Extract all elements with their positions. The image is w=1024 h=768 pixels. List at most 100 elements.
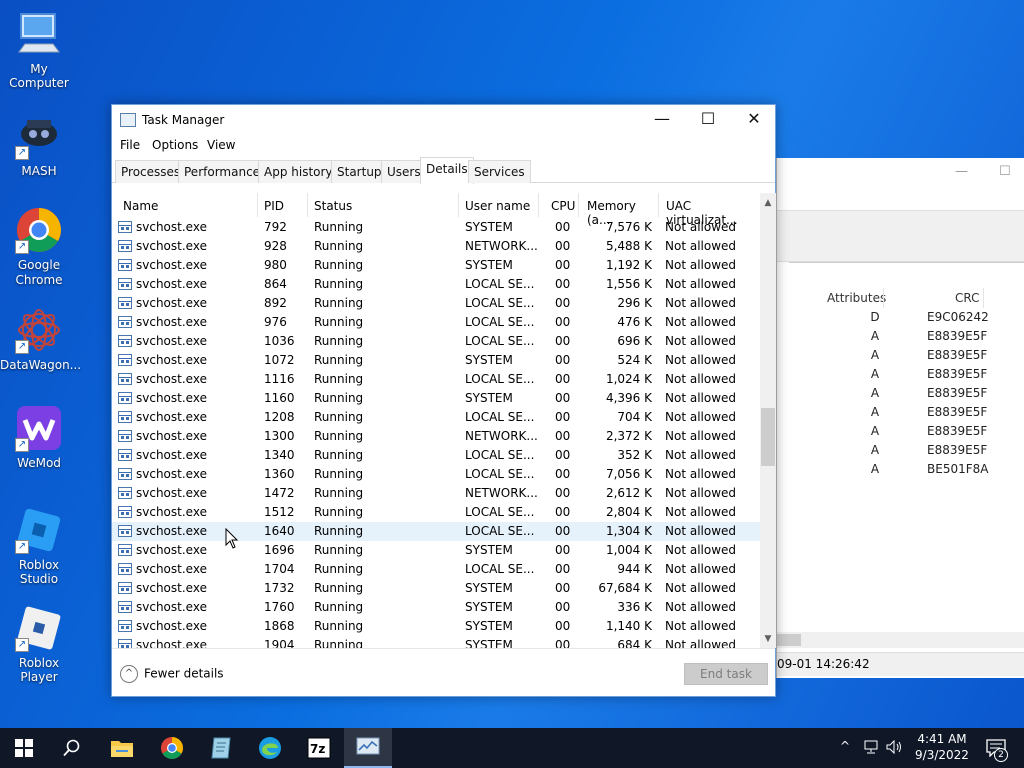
tab-services[interactable]: Services: [468, 160, 531, 183]
table-row[interactable]: svchost.exe 864 Running LOCAL SE... 00 1,556 …: [112, 275, 760, 294]
tab-app-history[interactable]: App history: [258, 160, 339, 183]
file-row[interactable]: A E8839E5F: [777, 405, 1024, 424]
tab-startup[interactable]: Startup: [331, 160, 388, 183]
tab-performance[interactable]: Performance: [178, 160, 267, 183]
background-window[interactable]: — ☐ Attributes CRC D E9C06242 A E8839E5F A E8…: [776, 158, 1024, 678]
desktop-icon-roblox-player[interactable]: ↗ Roblox Player: [0, 604, 78, 684]
menu-bar: File Options View: [112, 135, 775, 157]
table-row[interactable]: svchost.exe 1760 Running SYSTEM 00 336 K Not a…: [112, 598, 760, 617]
table-row[interactable]: svchost.exe 1208 Running LOCAL SE... 00 704 K…: [112, 408, 760, 427]
scrollbar-thumb[interactable]: [761, 408, 775, 466]
file-row[interactable]: A E8839E5F: [777, 348, 1024, 367]
table-row[interactable]: svchost.exe 1300 Running NETWORK... 00 2,372 …: [112, 427, 760, 446]
task-manager-window[interactable]: Task Manager — ☐ ✕ File Options View Pro…: [111, 104, 776, 697]
taskbar-7zip[interactable]: 7z: [295, 728, 343, 768]
menu-view[interactable]: View: [207, 138, 235, 152]
file-row[interactable]: A E8839E5F: [777, 424, 1024, 443]
process-cpu: 00: [555, 372, 571, 386]
start-button[interactable]: [0, 728, 48, 768]
desktop-icon-datawagon[interactable]: ↗ DataWagon...: [0, 306, 81, 372]
taskbar-notepad[interactable]: [197, 728, 245, 768]
vertical-scrollbar[interactable]: ▲ ▼: [760, 193, 776, 648]
table-row[interactable]: svchost.exe 1340 Running LOCAL SE... 00 352 K…: [112, 446, 760, 465]
process-cpu: 00: [555, 581, 571, 595]
process-uac: Not allowed: [665, 543, 737, 557]
fewer-details-button[interactable]: ^ Fewer details: [120, 665, 224, 683]
table-row[interactable]: svchost.exe 976 Running LOCAL SE... 00 476 K N…: [112, 313, 760, 332]
column-cpu[interactable]: CPU: [539, 193, 579, 217]
file-row[interactable]: A BE501F8A: [777, 462, 1024, 481]
minimize-icon[interactable]: —: [955, 164, 968, 179]
desktop-icon-my-computer[interactable]: My Computer: [0, 10, 78, 90]
table-row[interactable]: svchost.exe 1868 Running SYSTEM 00 1,140 K Not…: [112, 617, 760, 636]
process-uac: Not allowed: [665, 410, 737, 424]
tab-details[interactable]: Details: [420, 157, 474, 184]
volume-icon: [886, 740, 901, 754]
desktop-icon-wemod[interactable]: ↗ WeMod: [0, 404, 78, 470]
process-uac: Not allowed: [665, 619, 737, 633]
taskbar-task-manager[interactable]: [344, 728, 392, 768]
close-button[interactable]: ✕: [731, 105, 777, 135]
menu-file[interactable]: File: [120, 138, 140, 152]
process-uac: Not allowed: [665, 524, 737, 538]
table-row[interactable]: svchost.exe 1732 Running SYSTEM 00 67,684 K No…: [112, 579, 760, 598]
table-row[interactable]: svchost.exe 1036 Running LOCAL SE... 00 696 K…: [112, 332, 760, 351]
shortcut-arrow-icon: ↗: [15, 340, 29, 354]
table-row[interactable]: svchost.exe 1704 Running LOCAL SE... 00 944 K…: [112, 560, 760, 579]
column-memory[interactable]: Memory (a...: [579, 193, 659, 227]
file-row[interactable]: D E9C06242: [777, 310, 1024, 329]
file-row[interactable]: A E8839E5F: [777, 443, 1024, 462]
table-row[interactable]: svchost.exe 1904 Running SYSTEM 00 684 K Not a…: [112, 636, 760, 648]
table-row[interactable]: svchost.exe 792 Running SYSTEM 00 7,576 K Not …: [112, 218, 760, 237]
scrollbar-thumb[interactable]: [777, 634, 801, 646]
tab-processes[interactable]: Processes: [115, 160, 187, 183]
search-button[interactable]: [48, 728, 96, 768]
taskbar-chrome[interactable]: [148, 728, 196, 768]
process-icon: [118, 506, 132, 518]
table-row[interactable]: svchost.exe 1160 Running SYSTEM 00 4,396 K Not…: [112, 389, 760, 408]
title-bar[interactable]: Task Manager — ☐ ✕: [112, 105, 775, 135]
table-row[interactable]: svchost.exe 928 Running NETWORK... 00 5,488 K…: [112, 237, 760, 256]
menu-options[interactable]: Options: [152, 138, 198, 152]
table-row[interactable]: svchost.exe 1640 Running LOCAL SE... 00 1,304…: [112, 522, 760, 541]
column-name[interactable]: Name: [112, 193, 258, 217]
scroll-up-icon[interactable]: ▲: [760, 195, 776, 211]
maximize-icon[interactable]: ☐: [999, 164, 1011, 179]
table-row[interactable]: svchost.exe 980 Running SYSTEM 00 1,192 K Not …: [112, 256, 760, 275]
end-task-button[interactable]: End task: [684, 663, 768, 685]
table-row[interactable]: svchost.exe 1512 Running LOCAL SE... 00 2,804…: [112, 503, 760, 522]
background-window-titlebar[interactable]: — ☐: [777, 158, 1024, 188]
process-name: svchost.exe: [136, 638, 207, 648]
table-row[interactable]: svchost.exe 892 Running LOCAL SE... 00 296 K N…: [112, 294, 760, 313]
desktop-icon-mash[interactable]: ↗ MASH: [0, 112, 78, 178]
table-row[interactable]: svchost.exe 1072 Running SYSTEM 00 524 K Not a…: [112, 351, 760, 370]
process-cpu: 00: [555, 429, 571, 443]
address-bar[interactable]: [789, 262, 1024, 284]
desktop-icon-google-chrome[interactable]: ↗ Google Chrome: [0, 206, 78, 288]
column-status[interactable]: Status: [308, 193, 459, 217]
maximize-button[interactable]: ☐: [685, 105, 731, 135]
column-crc[interactable]: CRC: [955, 291, 980, 305]
process-table[interactable]: ^ Name PID Status User name CPU Memory (…: [112, 193, 760, 648]
desktop-icon-roblox-studio[interactable]: ↗ Roblox Studio: [0, 506, 78, 586]
column-uac-virtualization[interactable]: UAC virtualizat...: [659, 193, 759, 227]
taskbar-edge[interactable]: [246, 728, 294, 768]
clock[interactable]: 4:41 AM 9/3/2022: [910, 731, 974, 763]
file-row[interactable]: A E8839E5F: [777, 367, 1024, 386]
action-center-button[interactable]: 2: [980, 728, 1020, 768]
file-row[interactable]: A E8839E5F: [777, 329, 1024, 348]
table-row[interactable]: svchost.exe 1360 Running LOCAL SE... 00 7,056…: [112, 465, 760, 484]
horizontal-scrollbar[interactable]: [777, 632, 1024, 648]
minimize-button[interactable]: —: [639, 105, 685, 135]
scroll-down-icon[interactable]: ▼: [760, 631, 776, 647]
column-attributes[interactable]: Attributes: [827, 291, 886, 305]
table-row[interactable]: svchost.exe 1472 Running NETWORK... 00 2,612 …: [112, 484, 760, 503]
taskbar-file-explorer[interactable]: [98, 728, 146, 768]
process-cpu: 00: [555, 619, 571, 633]
column-pid[interactable]: PID: [258, 193, 308, 217]
column-user-name[interactable]: User name: [459, 193, 539, 217]
file-row[interactable]: A E8839E5F: [777, 386, 1024, 405]
table-row[interactable]: svchost.exe 1116 Running LOCAL SE... 00 1,024…: [112, 370, 760, 389]
process-name: svchost.exe: [136, 277, 207, 291]
table-row[interactable]: svchost.exe 1696 Running SYSTEM 00 1,004 K Not…: [112, 541, 760, 560]
